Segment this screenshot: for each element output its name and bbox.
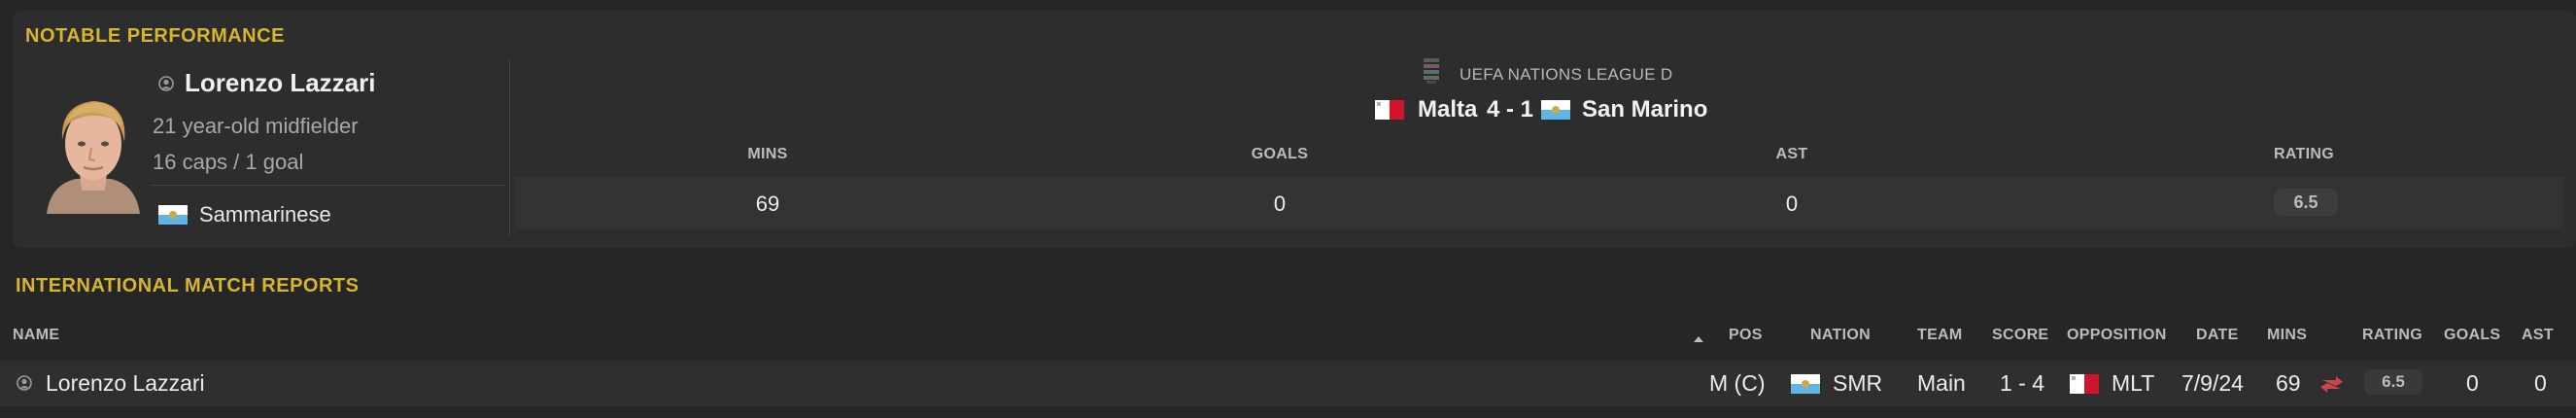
player-nationality[interactable]: Sammarinese <box>199 202 331 227</box>
column-header-nation[interactable]: NATION <box>1810 327 1871 344</box>
stat-rating-value: 6.5 <box>2274 189 2338 216</box>
competition-name[interactable]: UEFA NATIONS LEAGUE D <box>1460 65 1672 85</box>
match-reports-title: INTERNATIONAL MATCH REPORTS <box>16 275 360 296</box>
person-icon <box>17 375 32 398</box>
san-marino-flag-icon <box>1541 100 1570 124</box>
player-age-position: 21 year-old midfielder <box>153 114 359 138</box>
substitution-icon <box>2318 375 2344 398</box>
column-header-date[interactable]: DATE <box>2196 327 2239 344</box>
vertical-divider <box>509 60 510 235</box>
row-date: 7/9/24 <box>2181 370 2244 396</box>
column-header-opposition[interactable]: OPPOSITION <box>2067 327 2167 344</box>
row-opposition[interactable]: MLT <box>2112 370 2154 397</box>
column-header-ast[interactable]: AST <box>2522 327 2554 344</box>
malta-flag-icon <box>1375 100 1404 124</box>
column-header-team[interactable]: TEAM <box>1917 327 1963 344</box>
row-position: M (C) <box>1709 370 1766 396</box>
person-icon <box>158 76 174 98</box>
row-nation[interactable]: SMR <box>1833 370 1882 397</box>
column-header-name[interactable]: NAME <box>13 327 59 344</box>
stat-mins-value: 69 <box>755 192 780 216</box>
row-goals: 0 <box>2466 370 2479 396</box>
row-ast: 0 <box>2534 370 2547 396</box>
column-header-score[interactable]: SCORE <box>1992 327 2048 344</box>
home-team[interactable]: Malta <box>1418 96 1477 123</box>
notable-performance-title: NOTABLE PERFORMANCE <box>25 25 285 47</box>
column-header-goals[interactable]: GOALS <box>2444 327 2500 344</box>
sort-up-icon[interactable] <box>1693 331 1704 349</box>
stat-ast-value: 0 <box>1785 192 1799 216</box>
away-team[interactable]: San Marino <box>1582 96 1707 123</box>
stat-header-goals: GOALS <box>1251 146 1309 162</box>
player-name[interactable]: Lorenzo Lazzari <box>185 68 375 98</box>
row-player-name[interactable]: Lorenzo Lazzari <box>46 370 205 397</box>
san-marino-flag-icon <box>1791 374 1820 399</box>
malta-flag-icon <box>2070 374 2099 399</box>
stat-header-ast: AST <box>1775 146 1808 162</box>
stat-header-mins: MINS <box>747 146 788 162</box>
row-mins: 69 <box>2276 370 2301 396</box>
row-team: Main <box>1917 370 1966 396</box>
divider <box>151 185 505 186</box>
stat-values-row <box>515 177 2563 228</box>
player-photo[interactable] <box>37 84 150 214</box>
column-header-mins[interactable]: MINS <box>2267 327 2307 344</box>
column-header-pos[interactable]: POS <box>1729 327 1763 344</box>
player-caps-goals: 16 caps / 1 goal <box>153 150 304 174</box>
row-rating: 6.5 <box>2364 369 2422 395</box>
column-header-rating[interactable]: RATING <box>2362 327 2422 344</box>
competition-logo-icon <box>1423 57 1440 89</box>
row-score[interactable]: 1 - 4 <box>2000 370 2044 397</box>
san-marino-flag-icon <box>158 205 188 229</box>
stat-header-rating: RATING <box>2274 146 2334 162</box>
match-score[interactable]: 4 - 1 <box>1487 96 1533 123</box>
stat-goals-value: 0 <box>1273 192 1287 216</box>
